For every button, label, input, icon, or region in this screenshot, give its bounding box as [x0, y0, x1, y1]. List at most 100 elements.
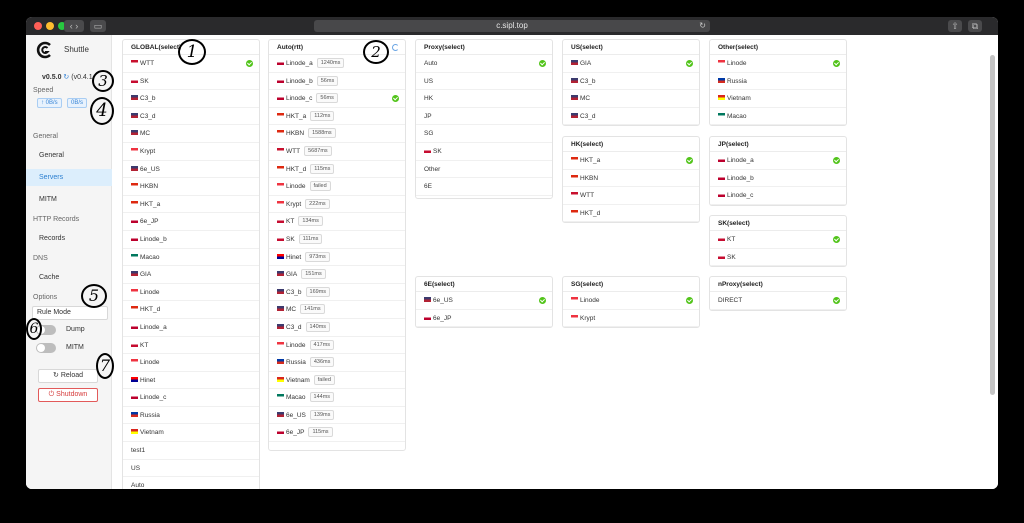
server-row[interactable]: HK — [416, 90, 552, 108]
server-row[interactable]: Hinet 973ms — [269, 249, 405, 267]
server-row[interactable]: 6e_JP — [416, 310, 552, 327]
server-row[interactable]: Linode_c 56ms — [269, 90, 405, 108]
server-row[interactable]: 6e_JP 115ms — [269, 424, 405, 443]
server-row[interactable]: HKT_a — [123, 196, 259, 214]
server-row[interactable]: C3_d 140ms — [269, 319, 405, 337]
shutdown-button[interactable]: ⏻ Shutdown — [38, 388, 98, 402]
back-forward-buttons[interactable]: ‹ › — [64, 20, 84, 32]
sidebar-item-servers[interactable]: Servers — [26, 169, 112, 186]
server-row[interactable]: Russia — [710, 73, 846, 91]
server-row[interactable]: Linode_b — [710, 170, 846, 188]
server-name: test1 — [131, 447, 146, 455]
rule-mode-select[interactable]: Rule Mode — [32, 306, 108, 320]
reload-button[interactable]: ↻ Reload — [38, 369, 98, 383]
server-row[interactable]: MC — [563, 90, 699, 108]
server-row[interactable]: Linode_b — [123, 231, 259, 249]
server-row[interactable]: MC — [123, 125, 259, 143]
server-row[interactable]: Linode_a — [123, 319, 259, 337]
server-row[interactable]: Linode — [710, 55, 846, 73]
update-icon[interactable]: ↻ — [63, 74, 69, 81]
server-row[interactable]: GIA — [123, 266, 259, 284]
server-row[interactable]: HKBN 1588ms — [269, 125, 405, 143]
server-row[interactable]: Linode 417ms — [269, 337, 405, 355]
sidebar-toggle-icon[interactable]: ▭ — [90, 20, 106, 32]
server-row[interactable]: HKT_d — [123, 301, 259, 319]
server-row[interactable]: SG — [416, 125, 552, 143]
server-row[interactable]: Auto — [123, 477, 259, 489]
server-row[interactable]: Other — [416, 161, 552, 179]
server-row[interactable]: Linode_c — [123, 389, 259, 407]
server-row[interactable]: US — [416, 73, 552, 91]
server-row[interactable]: HKBN — [563, 170, 699, 188]
server-row[interactable]: Linode_b 56ms — [269, 73, 405, 91]
server-row[interactable]: 6e_US — [416, 292, 552, 310]
server-name: HKT_d — [580, 209, 601, 217]
server-row[interactable]: HKT_d — [563, 205, 699, 222]
server-row[interactable]: 6e_US 139ms — [269, 407, 405, 425]
server-row[interactable]: JP — [416, 108, 552, 126]
server-row[interactable]: SK — [416, 143, 552, 161]
server-row[interactable]: HKT_a — [563, 152, 699, 170]
sidebar-item-mitm[interactable]: MITM — [26, 191, 112, 208]
server-row[interactable]: Macao 144ms — [269, 389, 405, 407]
server-row[interactable]: Linode — [123, 284, 259, 302]
server-row[interactable]: HKT_a 112ms — [269, 108, 405, 126]
server-row[interactable]: C3_b 169ms — [269, 284, 405, 302]
close-window-button[interactable] — [34, 22, 42, 30]
server-row[interactable]: Linode — [123, 354, 259, 372]
server-row[interactable]: DIRECT — [710, 292, 846, 310]
mitm-toggle[interactable] — [36, 343, 56, 353]
latency-badge: 112ms — [310, 110, 335, 121]
server-row[interactable]: KT — [123, 337, 259, 355]
server-row[interactable]: Hinet — [123, 372, 259, 390]
server-row[interactable]: GIA — [563, 55, 699, 73]
page-reload-icon[interactable]: ↻ — [699, 20, 706, 32]
server-row[interactable]: 6E — [416, 178, 552, 196]
scrollbar[interactable] — [990, 55, 995, 395]
server-row[interactable]: HKT_d 115ms — [269, 161, 405, 179]
sidebar-item-records[interactable]: Records — [26, 230, 112, 247]
server-row[interactable]: MC 141ms — [269, 301, 405, 319]
server-row[interactable]: Vietnam — [710, 90, 846, 108]
server-row[interactable]: C3_b — [563, 73, 699, 91]
server-row[interactable]: test1 — [123, 442, 259, 460]
selected-check-icon — [686, 157, 693, 164]
server-row[interactable]: WTT 5687ms — [269, 143, 405, 161]
server-row[interactable]: US — [123, 460, 259, 478]
server-row[interactable]: C3_d — [123, 108, 259, 126]
server-row[interactable]: 6e_US — [123, 161, 259, 179]
server-row[interactable]: C3_b — [123, 90, 259, 108]
minimize-window-button[interactable] — [46, 22, 54, 30]
server-row[interactable]: Macao — [710, 108, 846, 125]
server-row[interactable]: 6e_JP — [123, 213, 259, 231]
server-row[interactable]: SK — [123, 73, 259, 91]
server-row[interactable]: SK — [710, 249, 846, 266]
server-row[interactable]: KT — [710, 231, 846, 249]
sidebar-item-general[interactable]: General — [26, 147, 112, 164]
server-row[interactable]: GIA 151ms — [269, 266, 405, 284]
server-row[interactable]: C3_d — [563, 108, 699, 125]
server-row[interactable]: Linode_a — [710, 152, 846, 170]
server-row[interactable]: Macao — [123, 249, 259, 267]
server-row[interactable]: Vietnam — [123, 424, 259, 443]
server-row[interactable]: Russia — [123, 407, 259, 425]
server-row[interactable]: Krypt — [123, 143, 259, 161]
server-row[interactable]: Auto — [416, 55, 552, 73]
card-title: US(select) — [563, 40, 699, 55]
share-icon[interactable]: ⇧ — [948, 20, 962, 32]
address-bar[interactable]: c.sipl.top ↻ — [314, 20, 710, 32]
server-row[interactable]: Russia 436ms — [269, 354, 405, 372]
server-row[interactable]: Linode_c — [710, 187, 846, 205]
server-row[interactable]: HKBN — [123, 178, 259, 196]
server-row[interactable]: KT 134ms — [269, 213, 405, 231]
tabs-icon[interactable]: ⧉ — [968, 20, 982, 32]
server-row[interactable]: Krypt — [563, 310, 699, 327]
server-row[interactable]: Linode failed — [269, 178, 405, 196]
server-row[interactable]: Krypt 222ms — [269, 196, 405, 214]
server-row[interactable]: SK 111ms — [269, 231, 405, 249]
server-row[interactable]: WTT — [563, 187, 699, 205]
sidebar-item-cache[interactable]: Cache — [26, 269, 112, 286]
server-row[interactable]: Vietnam failed — [269, 372, 405, 390]
server-row[interactable]: Linode — [563, 292, 699, 310]
server-name: Linode_a — [286, 60, 313, 67]
